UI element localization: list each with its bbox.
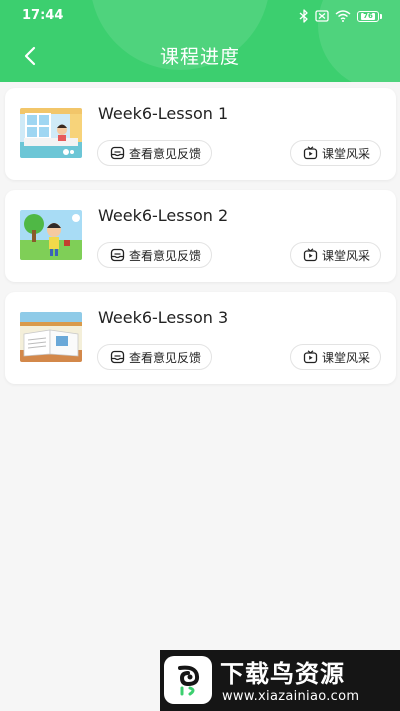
lesson-thumbnail [20,312,82,362]
view-feedback-button[interactable]: 查看意见反馈 [97,344,213,370]
view-feedback-button[interactable]: 查看意见反馈 [97,242,213,268]
view-feedback-label: 查看意见反馈 [129,248,202,263]
watermark-text: 下载鸟资源 [220,660,345,688]
watermark-url: www.xiazainiao.com [222,689,360,704]
bluetooth-icon [299,9,309,23]
view-feedback-label: 查看意见反馈 [129,146,202,161]
feedback-icon [110,248,125,262]
status-time: 17:44 [22,8,64,23]
lesson-list: Week6-Lesson 1 查看意见反馈 课堂风采 Week6-Lesson … [5,88,396,394]
class-highlights-button[interactable]: 课堂风采 [289,140,381,166]
wifi-icon [335,10,351,22]
lesson-card[interactable]: Week6-Lesson 3 查看意见反馈 课堂风采 [5,292,396,384]
lesson-thumbnail [20,210,82,260]
tv-play-icon [303,248,318,262]
view-feedback-label: 查看意见反馈 [129,350,202,365]
class-highlights-label: 课堂风采 [321,146,370,161]
status-icons: 76 [299,8,382,24]
lesson-thumbnail [20,108,82,158]
feedback-icon [110,146,125,160]
view-feedback-button[interactable]: 查看意见反馈 [97,140,213,166]
class-highlights-button[interactable]: 课堂风采 [289,242,381,268]
battery-level: 76 [361,11,375,20]
lesson-card[interactable]: Week6-Lesson 2 查看意见反馈 课堂风采 [5,190,396,282]
battery-icon: 76 [357,10,382,22]
class-highlights-label: 课堂风采 [321,350,370,365]
watermark: 下载鸟资源 www.xiazainiao.com [160,650,400,711]
page-title: 课程进度 [159,46,240,68]
tv-play-icon [303,350,318,364]
class-highlights-button[interactable]: 课堂风采 [289,344,381,370]
feedback-icon [110,350,125,364]
lesson-card[interactable]: Week6-Lesson 1 查看意见反馈 课堂风采 [5,88,396,180]
app-header: 17:44 76 课程进度 [0,0,400,82]
lesson-title: Week6-Lesson 3 [98,308,229,327]
lesson-title: Week6-Lesson 1 [98,104,229,123]
sim-off-icon [315,10,329,22]
status-bar: 17:44 76 [0,0,400,32]
bird-logo-icon [164,656,212,704]
class-highlights-label: 课堂风采 [321,248,370,263]
tv-play-icon [303,146,318,160]
lesson-title: Week6-Lesson 2 [98,206,229,225]
